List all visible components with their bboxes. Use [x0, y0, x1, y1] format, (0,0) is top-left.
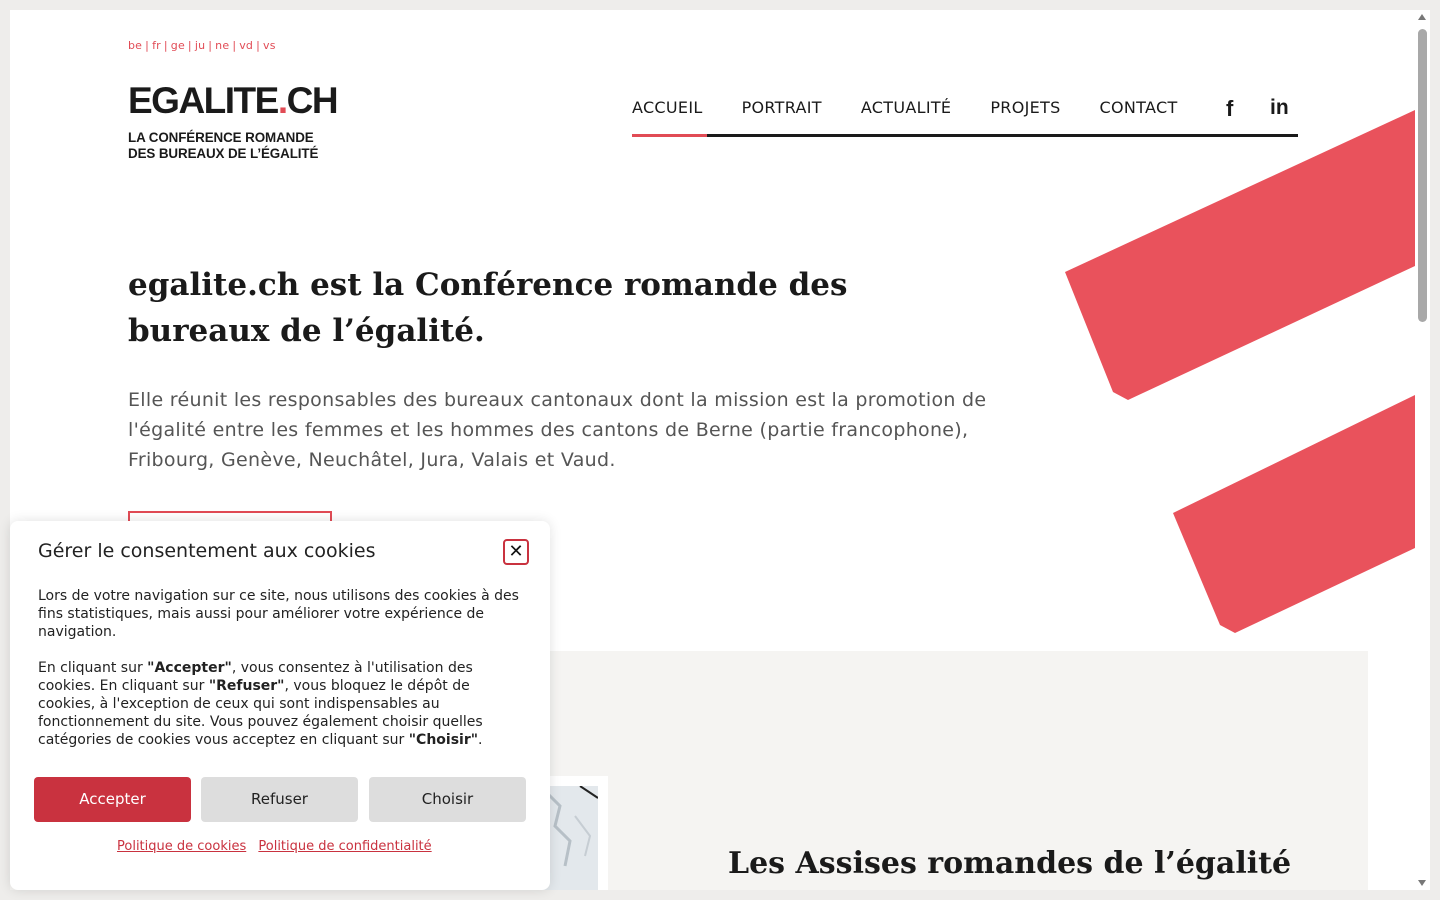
- decorative-stripes: [1065, 110, 1415, 633]
- lang-link-ju[interactable]: ju: [195, 39, 205, 52]
- lang-link-ge[interactable]: ge: [171, 39, 185, 52]
- cookie-consent-dialog: Gérer le consentement aux cookies ✕ Lors…: [10, 521, 550, 890]
- logo-wordmark: EGALITE.CH: [128, 80, 339, 121]
- lang-link-ne[interactable]: ne: [215, 39, 229, 52]
- scroll-thumb[interactable]: [1418, 29, 1427, 322]
- site-logo[interactable]: EGALITE.CH LA CONFÉRENCE ROMANDE DES BUR…: [128, 80, 339, 161]
- cookie-dialog-title: Gérer le consentement aux cookies: [38, 540, 376, 562]
- scroll-up-arrow-icon[interactable]: [1418, 14, 1426, 20]
- nav-item-actualite[interactable]: ACTUALITÉ: [861, 96, 951, 136]
- hero-title: egalite.ch est la Conférence romande des…: [128, 267, 848, 349]
- lang-link-vd[interactable]: vd: [239, 39, 253, 52]
- stripe-bottom: [1173, 395, 1415, 633]
- language-switcher: be | fr | ge | ju | ne | vd | vs: [128, 39, 276, 52]
- privacy-policy-link[interactable]: Politique de confidentialité: [258, 839, 431, 854]
- stripe-top: [1065, 110, 1415, 400]
- choose-button[interactable]: Choisir: [369, 777, 526, 822]
- hero-text: Elle réunit les responsables des bureaux…: [128, 389, 987, 471]
- cookie-dialog-body: Lors de votre navigation sur ce site, no…: [38, 587, 528, 767]
- cookie-paragraph-2: En cliquant sur "Accepter", vous consent…: [38, 660, 483, 748]
- nav-item-portrait[interactable]: PORTRAIT: [742, 96, 822, 136]
- nav-active-indicator: [632, 134, 707, 137]
- cookie-policy-links: Politique de cookies Politique de confid…: [117, 839, 440, 854]
- logo-tagline: LA CONFÉRENCE ROMANDE DES BUREAUX DE L’É…: [128, 130, 319, 161]
- nav-item-accueil[interactable]: ACCUEIL: [632, 96, 703, 136]
- refuse-button[interactable]: Refuser: [201, 777, 358, 822]
- cookie-policy-link[interactable]: Politique de cookies: [117, 839, 246, 854]
- lang-link-fr[interactable]: fr: [152, 39, 161, 52]
- scroll-down-arrow-icon[interactable]: [1418, 880, 1426, 886]
- lang-link-be[interactable]: be: [128, 39, 142, 52]
- close-icon[interactable]: ✕: [503, 539, 529, 565]
- news-title[interactable]: Les Assises romandes de l’égalité: [728, 845, 1328, 883]
- cookie-paragraph-1: Lors de votre navigation sur ce site, no…: [38, 588, 519, 640]
- accept-button[interactable]: Accepter: [34, 777, 191, 822]
- vertical-scrollbar[interactable]: [1415, 10, 1430, 890]
- lang-link-vs[interactable]: vs: [263, 39, 276, 52]
